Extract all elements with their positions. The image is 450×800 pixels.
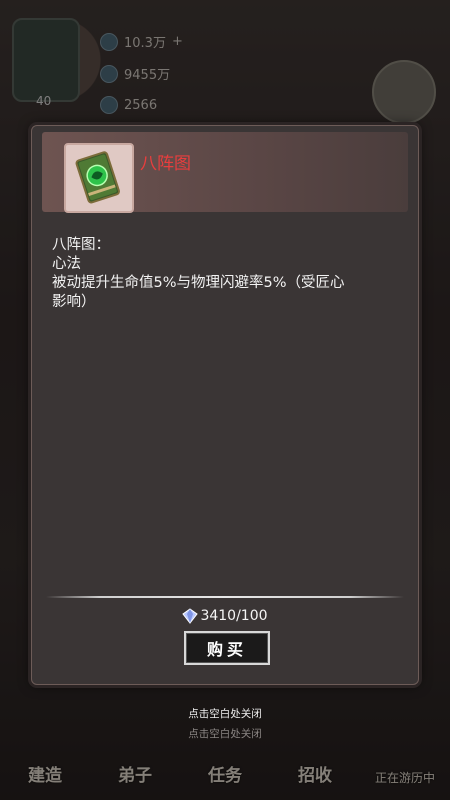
item-purchase-dialog: 八阵图 八阵图： 心法 被动提升生命值5%与物理闪避率5%（受匠心 影响） 34… [31, 125, 419, 685]
price-row: 3410/100 [32, 608, 418, 624]
desc-line: 影响） [52, 294, 96, 310]
divider [46, 596, 404, 598]
desc-line: 八阵图： [52, 237, 110, 253]
desc-line: 心法 [52, 256, 81, 272]
desc-line: 被动提升生命值5%与物理闪避率5%（受匠心 [52, 275, 345, 291]
green-book-icon [75, 151, 120, 204]
gem-icon [182, 608, 199, 624]
item-icon-frame [64, 143, 134, 213]
buy-button[interactable]: 购买 [184, 631, 270, 665]
price-value: 3410/100 [200, 608, 268, 624]
dialog-header: 八阵图 [42, 132, 408, 213]
item-description: 八阵图： 心法 被动提升生命值5%与物理闪避率5%（受匠心 影响） [52, 236, 402, 312]
close-hint[interactable]: 点击空白处关闭 [0, 706, 450, 721]
close-hint-echo: 点击空白处关闭 [188, 728, 262, 740]
item-name: 八阵图 [140, 154, 191, 174]
